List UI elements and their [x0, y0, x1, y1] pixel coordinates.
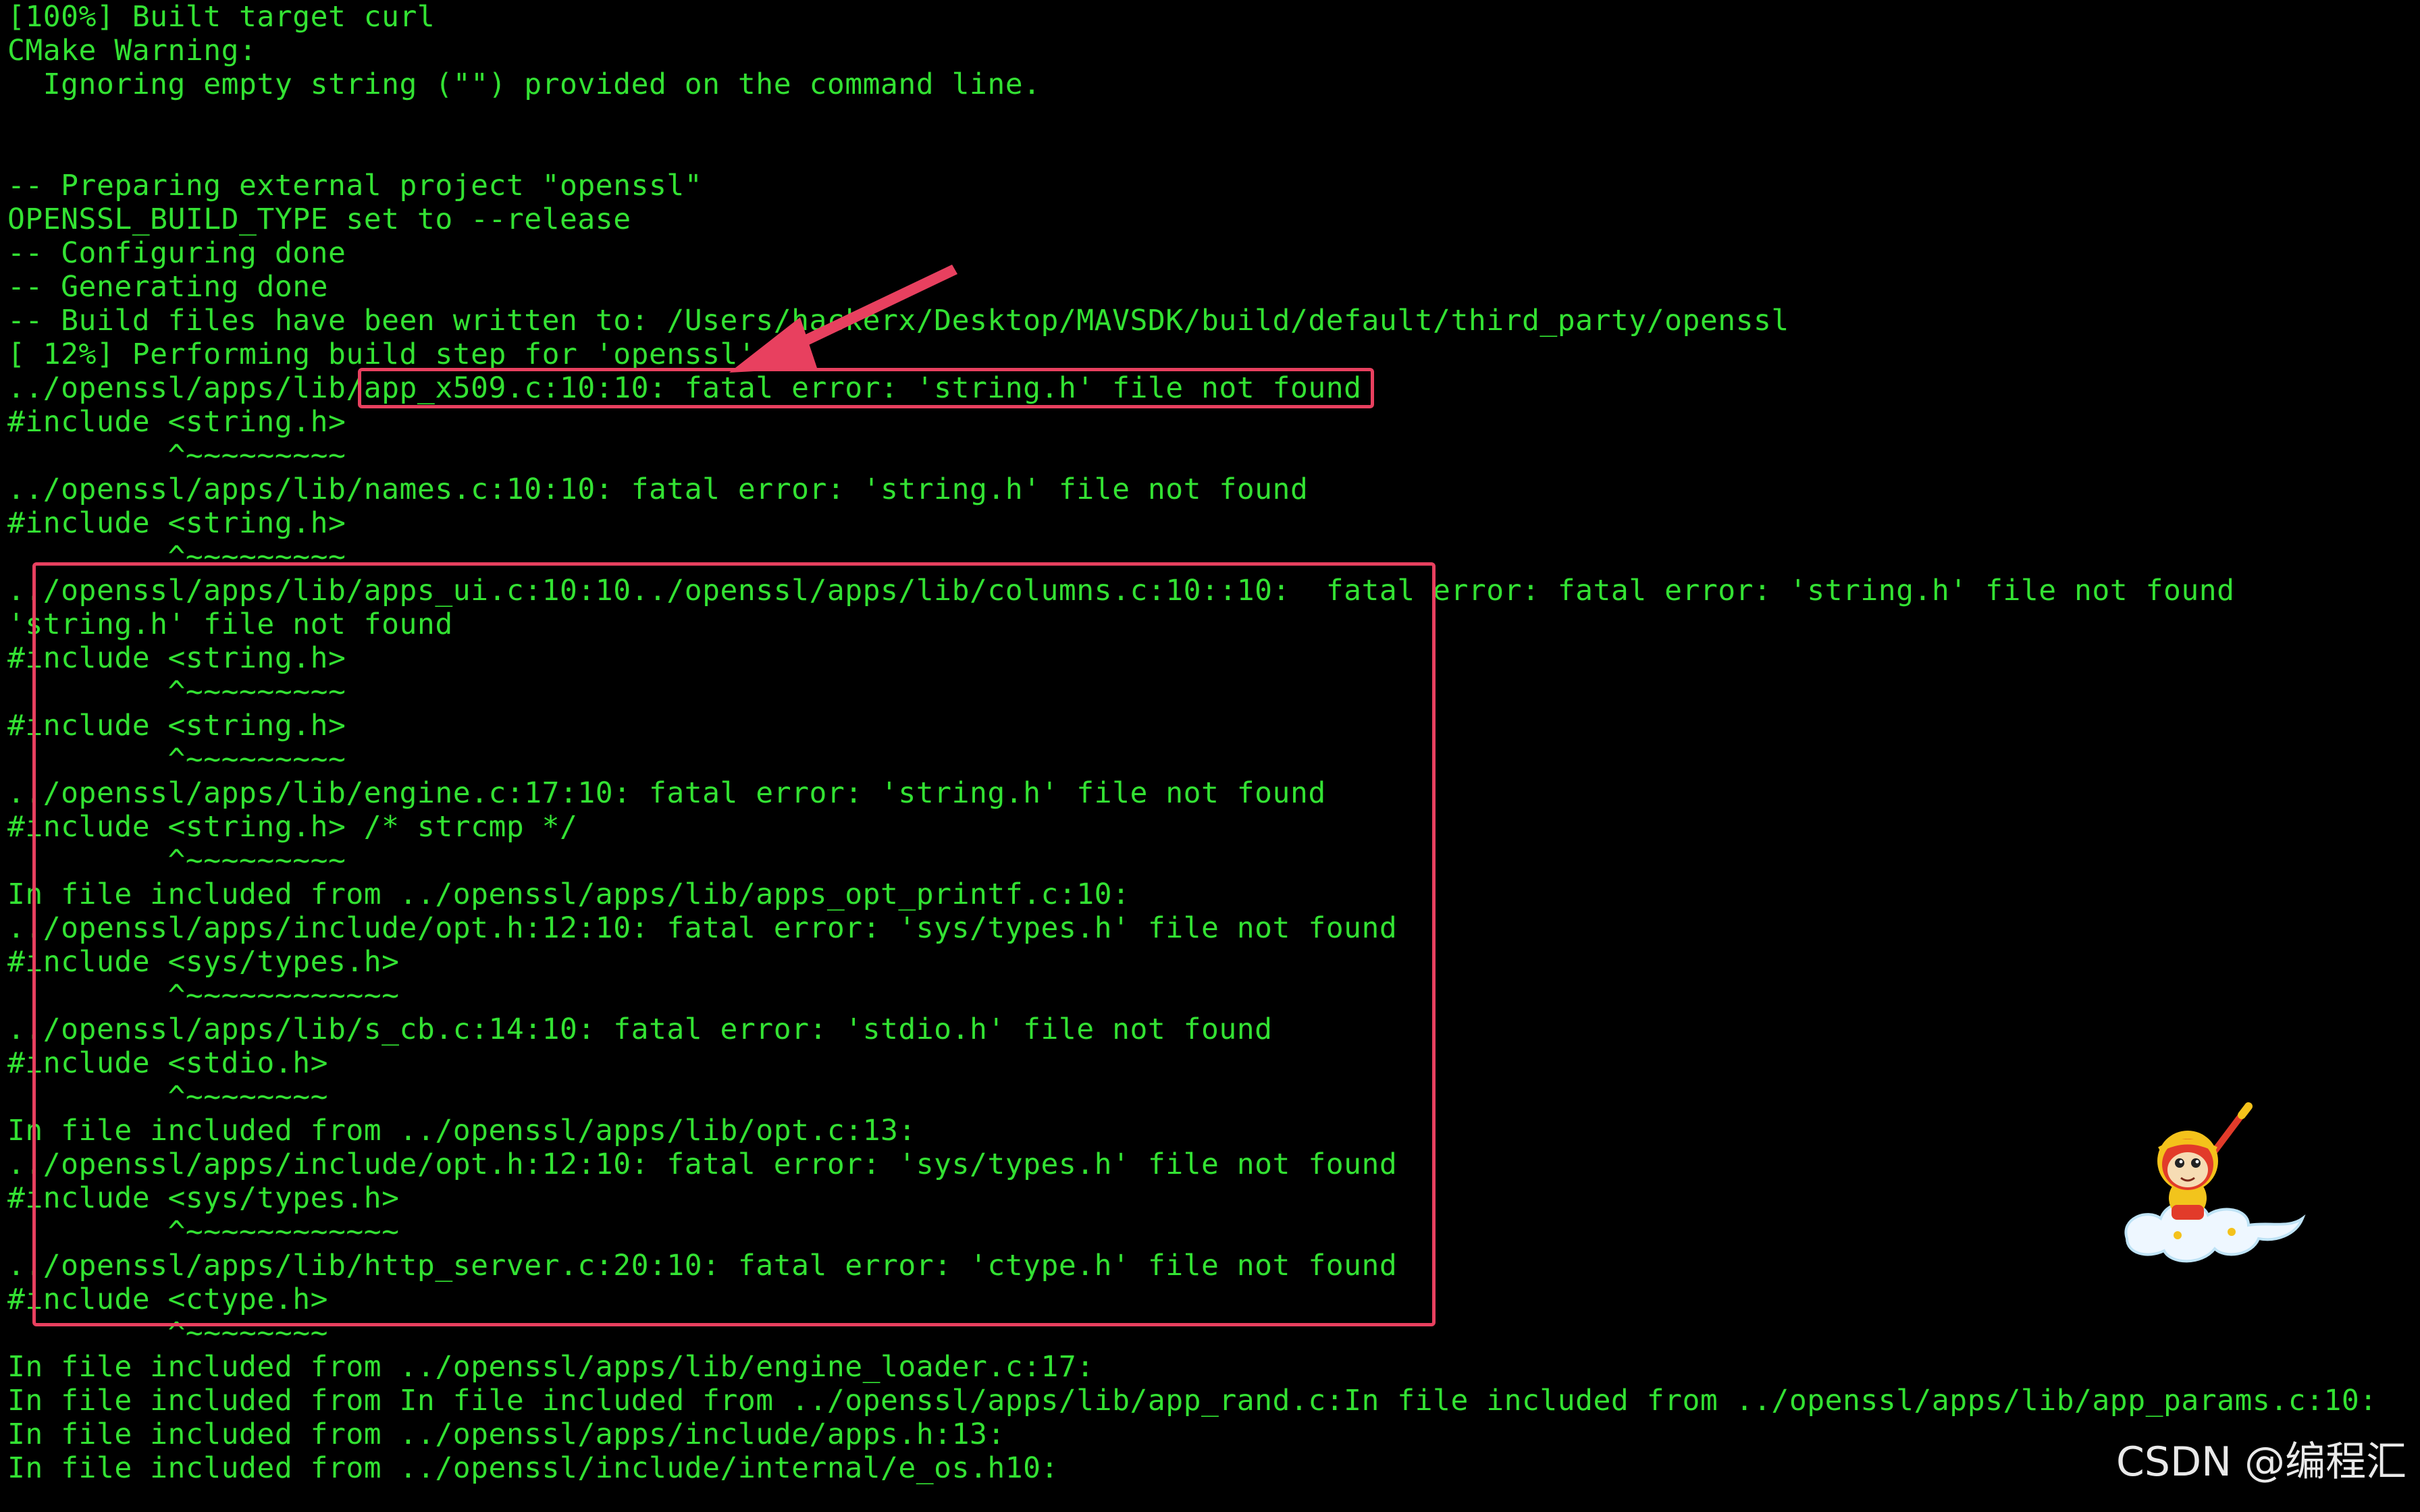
monkey-king-on-cloud-icon — [2124, 1102, 2306, 1263]
annotation-arrow-icon — [729, 265, 957, 373]
watermark-text: CSDN @编程汇 — [2116, 1438, 2407, 1486]
